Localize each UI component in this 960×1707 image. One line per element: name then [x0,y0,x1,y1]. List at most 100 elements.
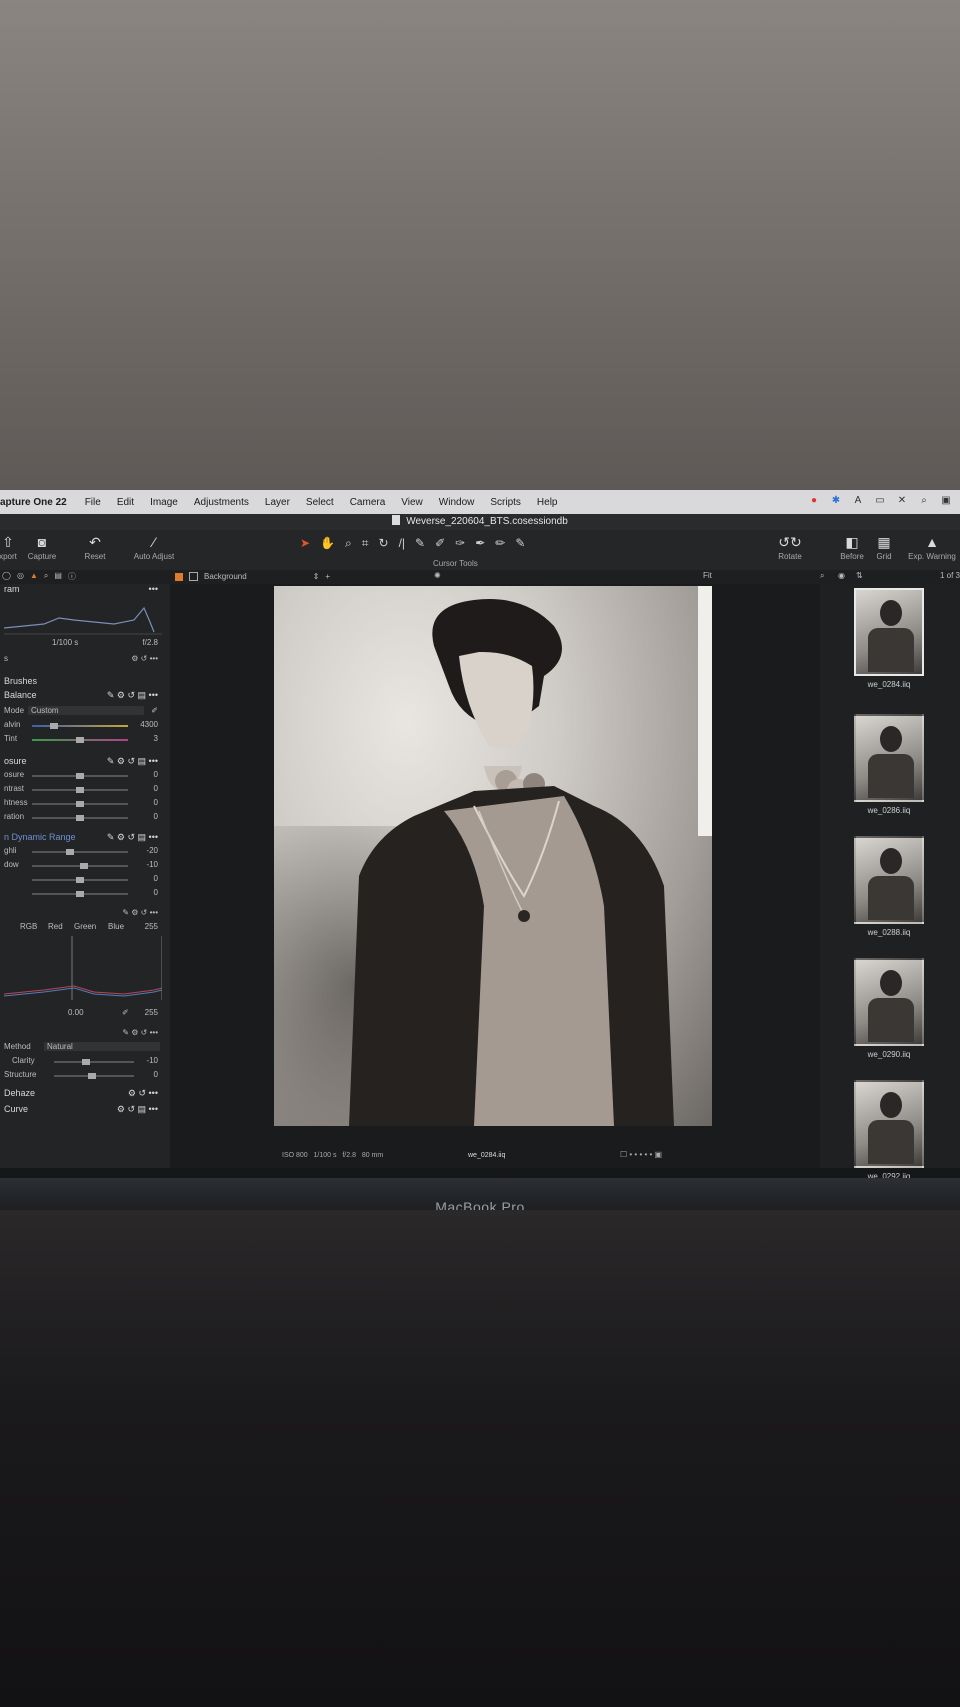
layer-selector[interactable]: Background ⇕ + [175,572,330,581]
menu-help[interactable]: Help [529,497,566,508]
rotate-button[interactable]: ↺↻ Rotate [768,534,812,561]
brightness-knob[interactable] [76,801,84,807]
menu-adjustments[interactable]: Adjustments [186,497,257,508]
levels-tab-blue[interactable]: Blue [108,922,124,931]
pen-icon[interactable]: ✑ [455,536,465,551]
black-slider[interactable] [32,877,128,883]
auto-adjust-button[interactable]: ⁄ Auto Adjust [132,534,176,561]
exposure-value[interactable]: 0 [154,770,158,779]
kelvin-value[interactable]: 4300 [140,720,158,729]
exposure-slider[interactable] [32,773,128,779]
shadow-knob[interactable] [80,863,88,869]
sort-icon[interactable]: ⇅ [856,571,863,580]
menu-image[interactable]: Image [142,497,186,508]
info-tab-icon[interactable]: ⓘ [68,571,76,582]
thumbnail-image[interactable] [854,714,924,802]
menu-layer[interactable]: Layer [257,497,298,508]
thumbnail[interactable]: we_0290.iiq [854,958,924,1059]
thumbnail-image[interactable] [854,588,924,676]
wb-mode-select[interactable]: Custom [28,706,144,715]
highlight-knob[interactable] [66,849,74,855]
battery-icon[interactable]: ▭ [874,495,886,507]
thumbnail-image[interactable] [854,958,924,1046]
library-tab-icon[interactable]: ◯ [2,571,11,582]
brushes-header[interactable]: Brushes [4,676,164,688]
dehaze-header[interactable]: Dehaze ⚙ ↺ ••• [4,1088,164,1100]
contrast-slider[interactable] [32,787,128,793]
crop-icon[interactable]: ⌗ [362,536,369,551]
method-select[interactable]: Natural [44,1042,160,1051]
eyedropper-icon[interactable]: ✐ [151,706,158,715]
exposure-header[interactable]: osure ✎ ⚙ ↺ ▤ ••• [4,756,164,768]
menu-select[interactable]: Select [298,497,342,508]
saturation-value[interactable]: 0 [154,812,158,821]
black-value[interactable]: 0 [154,874,158,883]
clarity-slider[interactable] [54,1059,134,1065]
control-center-icon[interactable]: ▣ [940,495,952,507]
kelvin-slider[interactable] [32,723,128,729]
menu-edit[interactable]: Edit [109,497,142,508]
levels-tab-red[interactable]: Red [48,922,63,931]
curve-tools-icon[interactable]: ⚙ ↺ ▤ ••• [117,1104,158,1115]
x-icon[interactable]: ✕ [896,495,908,507]
zoom-fit-label[interactable]: Fit [703,571,712,580]
record-icon[interactable]: ● [808,495,820,507]
structure-slider[interactable] [54,1073,134,1079]
levels-tools-icon[interactable]: ✎ ⚙ ↺ ••• [122,908,158,917]
clarity-tools-icon[interactable]: ✎ ⚙ ↺ ••• [122,1028,158,1037]
hand-icon[interactable]: ✋ [320,536,335,551]
wb-tools-icon[interactable]: ✎ ⚙ ↺ ▤ ••• [107,690,158,701]
zoom-icon[interactable]: ⌕ [345,536,352,551]
structure-value[interactable]: 0 [154,1070,158,1079]
tint-slider[interactable] [32,737,128,743]
black-knob[interactable] [76,877,84,883]
contrast-knob[interactable] [76,787,84,793]
curve-header[interactable]: Curve ⚙ ↺ ▤ ••• [4,1104,164,1116]
white-value[interactable]: 0 [154,888,158,897]
thumbnail[interactable]: we_0284.iiq [854,588,924,689]
picker-icon[interactable]: ✒ [475,536,485,551]
highlight-slider[interactable] [32,849,128,855]
bluetooth-icon[interactable]: ✱ [830,495,842,507]
thumbnail[interactable]: we_0286.iiq [854,714,924,815]
levels-low-value[interactable]: 0.00 [68,1008,84,1017]
image-viewer[interactable]: ISO 800 1/100 s f/2.8 80 mm we_0284.iiq … [170,584,820,1168]
exposure-warning-button[interactable]: ▲ Exp. Warning [904,534,960,561]
clarity-knob[interactable] [82,1059,90,1065]
healing-icon[interactable]: ✏ [495,536,505,551]
tint-value[interactable]: 3 [154,734,158,743]
shadow-value[interactable]: -10 [146,860,158,869]
white-balance-header[interactable]: Balance ✎ ⚙ ↺ ▤ ••• [4,690,164,702]
contrast-value[interactable]: 0 [154,784,158,793]
metadata-tab-icon[interactable]: ▤ [54,571,62,582]
capture-button[interactable]: ◙ Capture [20,534,64,561]
menu-window[interactable]: Window [431,497,483,508]
white-slider[interactable] [32,891,128,897]
color-tab-icon[interactable]: ◎ [17,571,24,582]
exposure-tools-icon[interactable]: ✎ ⚙ ↺ ▤ ••• [107,756,158,767]
levels-picker-icon[interactable]: ✐ [122,1008,129,1017]
levels-max-value[interactable]: 255 [145,922,158,931]
grid-button[interactable]: ▦ Grid [862,534,906,561]
details-tab-icon[interactable]: ⌕ [44,571,48,582]
highlight-value[interactable]: -20 [146,846,158,855]
brush-icon[interactable]: ✎ [415,536,425,551]
menu-scripts[interactable]: Scripts [482,497,529,508]
levels-tab-green[interactable]: Green [74,922,96,931]
clone-icon[interactable]: ✎ [515,536,525,551]
thumbnail-image[interactable] [854,836,924,924]
panel-tools-icon[interactable]: ⚙ ↺ ••• [131,654,158,663]
menu-view[interactable]: View [393,497,431,508]
saturation-knob[interactable] [76,815,84,821]
eye-icon[interactable]: ◉ [838,571,845,580]
main-photo[interactable] [274,586,712,1126]
exposure-knob[interactable] [76,773,84,779]
brightness-slider[interactable] [32,801,128,807]
search-filmstrip-icon[interactable]: ⌕ [820,571,824,581]
font-icon[interactable]: A [852,495,864,507]
select-cursor-icon[interactable]: ➤ [300,536,310,551]
clarity-value[interactable]: -10 [146,1056,158,1065]
reset-button[interactable]: ↶ Reset [73,534,117,561]
thumbnail-image[interactable] [854,1080,924,1168]
menu-file[interactable]: File [77,497,109,508]
